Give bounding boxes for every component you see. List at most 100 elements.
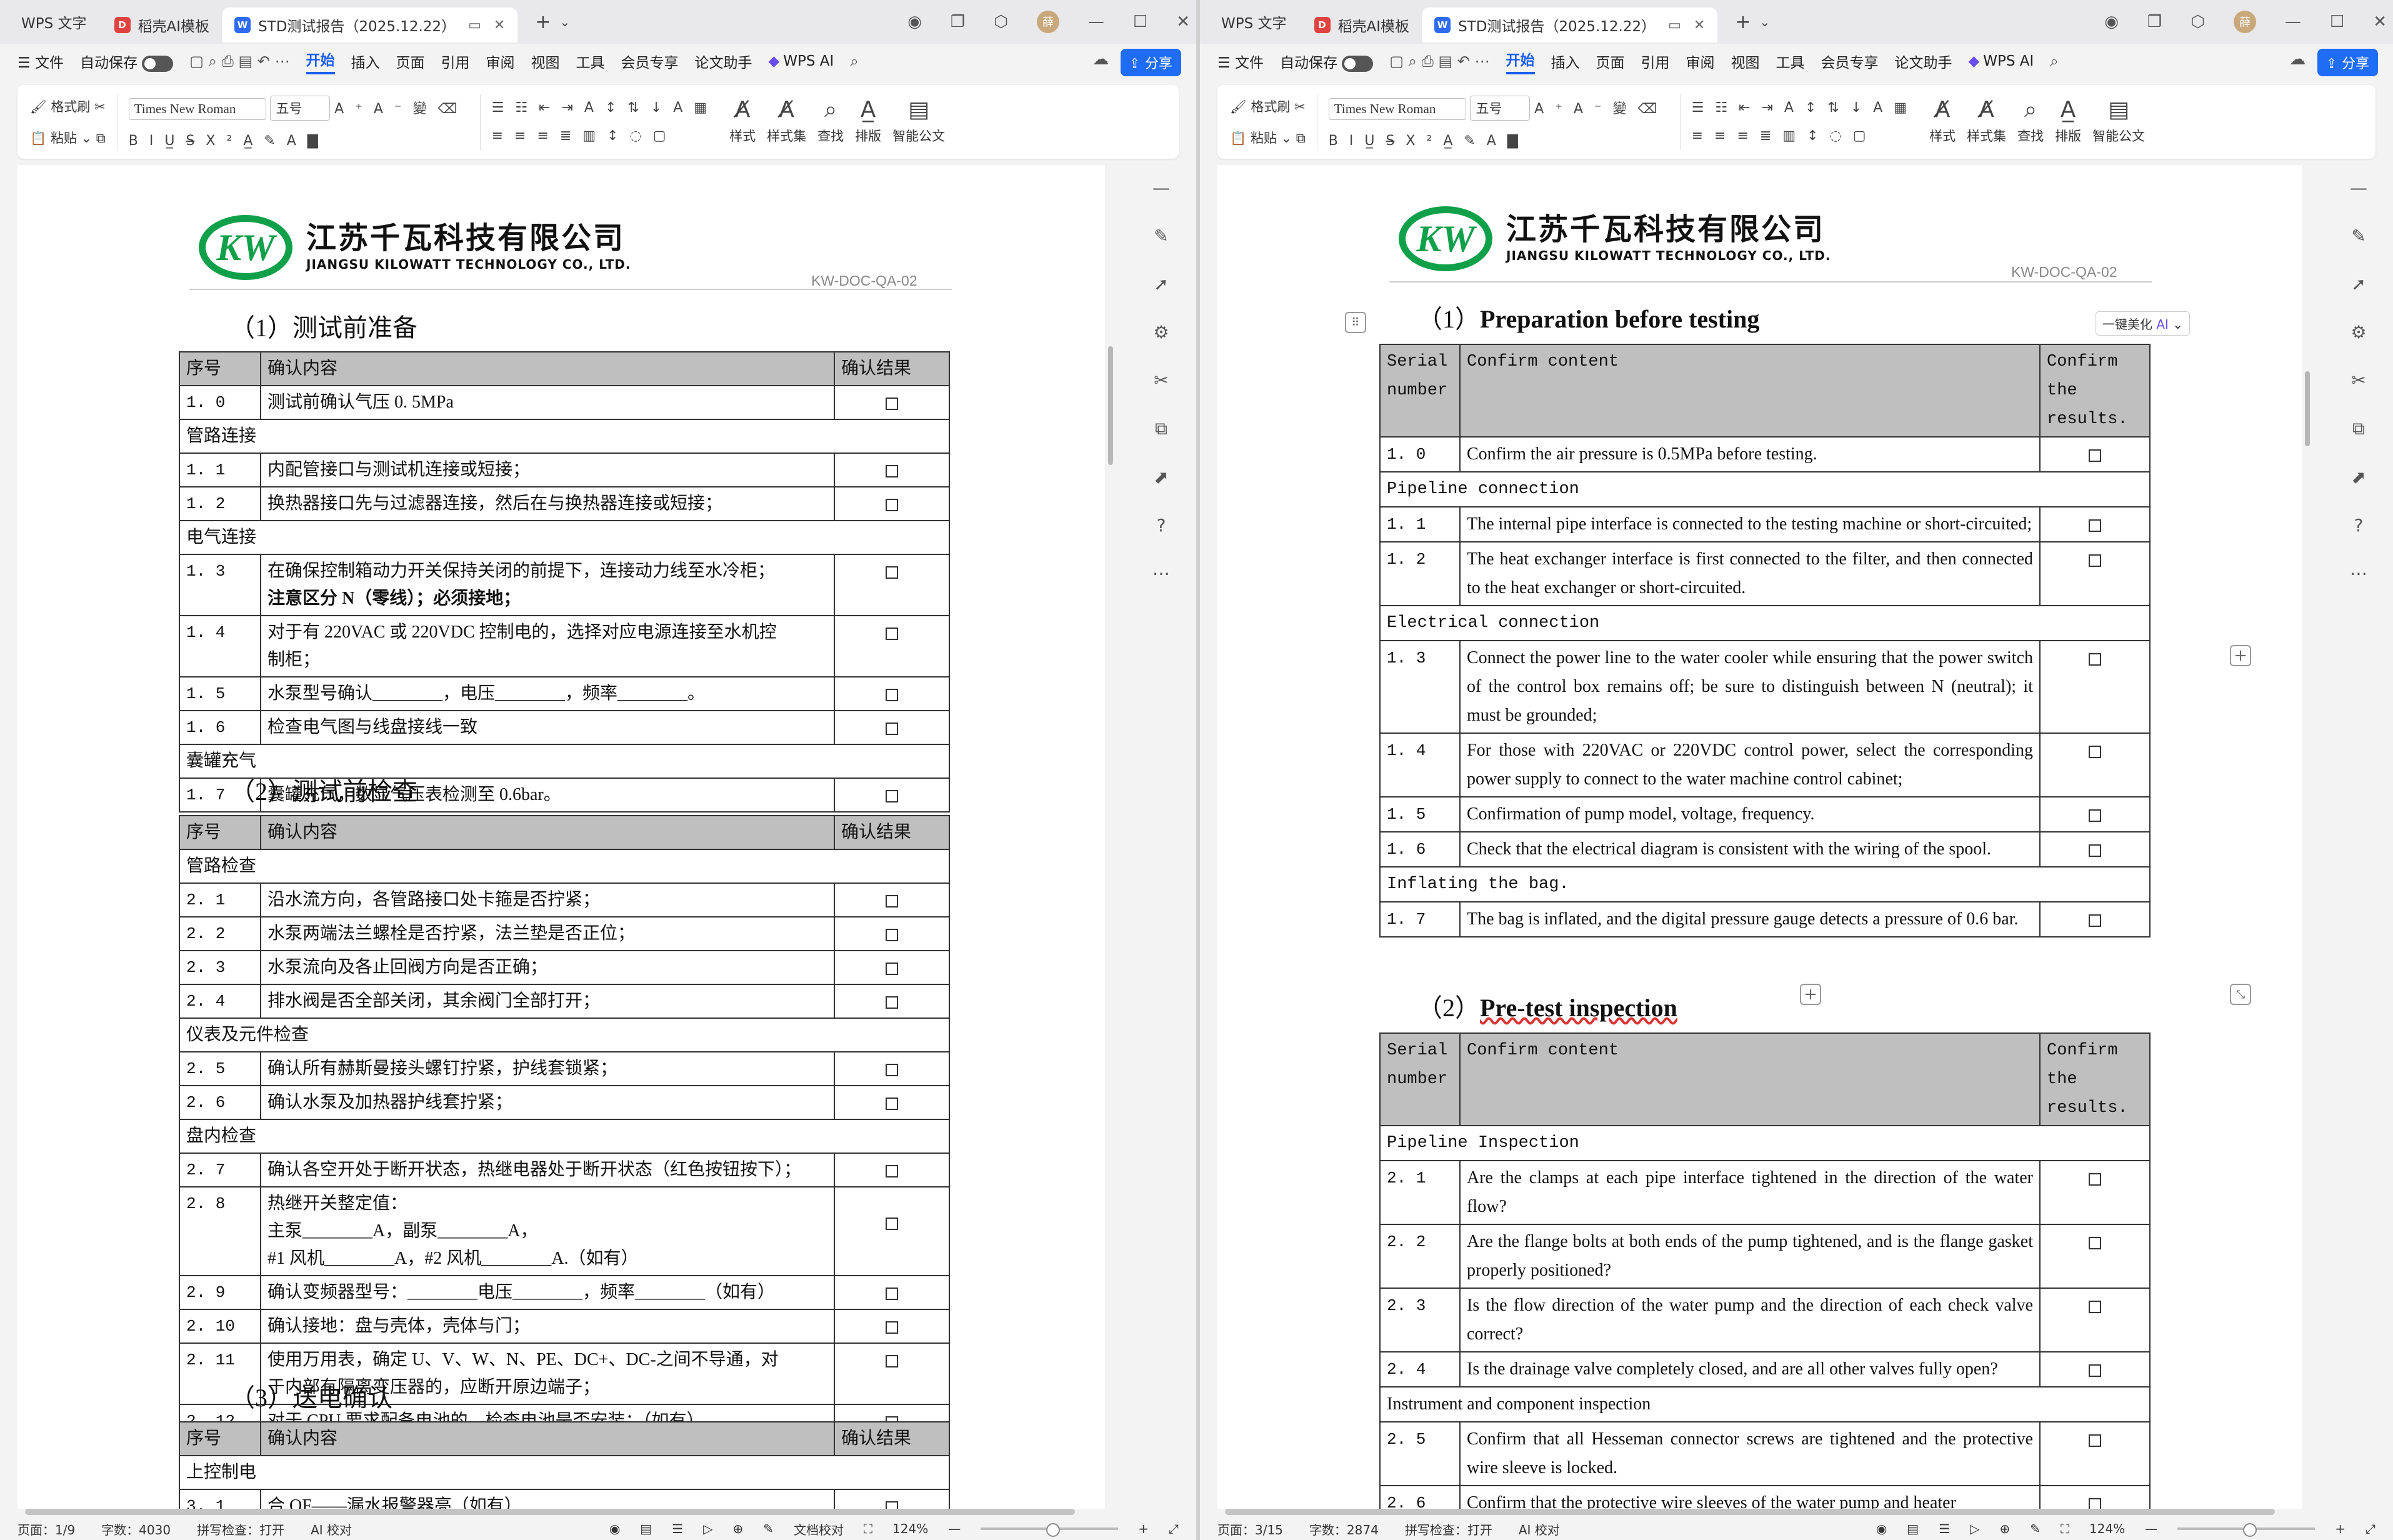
confirm-checkbox[interactable] <box>886 1097 898 1110</box>
drag-handle-icon[interactable]: ⠿ <box>1345 312 1366 333</box>
quick-icons[interactable]: ▢ ⌕ ⎙ ▤ ↶ ⋯ <box>1389 52 1489 70</box>
confirm-checkbox[interactable] <box>886 894 898 908</box>
confirm-checkbox[interactable] <box>2089 914 2101 927</box>
vertical-scrollbar[interactable] <box>2302 165 2313 1509</box>
page-view-icon[interactable]: ▤ <box>1907 1521 1919 1536</box>
search-icon[interactable]: ⌕ <box>850 52 858 70</box>
share-doc-icon[interactable]: ⬈ <box>1154 467 1168 488</box>
menu-wps-ai[interactable]: ◆ WPS AI <box>769 53 834 69</box>
maximize-icon[interactable]: ☐ <box>2330 12 2344 31</box>
align-tools[interactable]: ≡≡≡≣▥↕◌▢ <box>1692 128 1919 144</box>
confirm-checkbox[interactable] <box>886 1354 898 1368</box>
font-size-select[interactable]: 五号 <box>270 95 331 121</box>
outline-icon[interactable]: ☰ <box>1939 1521 1950 1536</box>
tools-icon[interactable]: ✂ <box>1154 370 1168 391</box>
menu-page[interactable]: 页面 <box>396 51 425 72</box>
ai-proofread[interactable]: AI 校对 <box>1519 1520 1560 1538</box>
document-page[interactable]: KW 江苏千瓦科技有限公司 JIANGSU KILOWATT TECHNOLOG… <box>1217 165 2302 1509</box>
cursor-icon[interactable]: ➚ <box>2351 274 2366 294</box>
share-button[interactable]: ⇪ 分享 <box>1120 49 1181 76</box>
confirm-checkbox[interactable] <box>886 789 898 802</box>
zoom-level[interactable]: 124% <box>892 1521 928 1536</box>
confirm-checkbox[interactable] <box>886 498 898 511</box>
word-count[interactable]: 字数：4030 <box>101 1520 171 1538</box>
scroll-thumb[interactable] <box>1108 346 1113 465</box>
confirm-checkbox[interactable] <box>2089 652 2101 666</box>
play-icon[interactable]: ▷ <box>1970 1521 1979 1536</box>
monitor-icon[interactable]: ▭ <box>468 18 481 33</box>
paste-button[interactable]: 📋 粘贴 ⌄ ⧉ <box>1230 128 1306 147</box>
confirm-checkbox[interactable] <box>2089 1364 2101 1377</box>
maximize-icon[interactable]: ☐ <box>1133 12 1147 31</box>
menu-thesis[interactable]: 论文助手 <box>1895 51 1952 72</box>
menu-icon[interactable]: ☰ 文件 <box>17 51 64 72</box>
zoom-in-icon[interactable]: + <box>1138 1521 1149 1536</box>
close-window-icon[interactable]: ✕ <box>2373 12 2387 31</box>
confirm-checkbox[interactable] <box>2089 1172 2101 1186</box>
confirm-checkbox[interactable] <box>886 627 898 640</box>
help-icon[interactable]: ? <box>2354 515 2364 536</box>
confirm-checkbox[interactable] <box>2089 519 2101 532</box>
confirm-checkbox[interactable] <box>886 1218 898 1230</box>
confirm-checkbox[interactable] <box>886 1164 898 1178</box>
menu-member[interactable]: 会员专享 <box>1821 51 1879 72</box>
menu-insert[interactable]: 插入 <box>1551 51 1580 72</box>
fit-icon[interactable]: ⛶ <box>864 1521 872 1536</box>
style-set-button[interactable]: A̸ 样式集 <box>767 99 806 145</box>
page-indicator[interactable]: 页面：1/9 <box>17 1520 75 1538</box>
pen-mode-icon[interactable]: ✎ <box>2030 1521 2041 1536</box>
page-indicator[interactable]: 页面：3/15 <box>1217 1520 1283 1538</box>
more-icon[interactable]: ⋯ <box>2350 563 2367 584</box>
new-tab-icon[interactable]: + <box>535 11 551 33</box>
cube-icon[interactable]: ⬡ <box>994 12 1008 31</box>
quick-icons[interactable]: ▢ ⌕ ⎙ ▤ ↶ ⋯ <box>189 52 289 70</box>
tab-template[interactable]: D 稻壳AI模板 <box>1302 8 1422 42</box>
close-tab-icon[interactable]: ✕ <box>1694 18 1705 33</box>
styles-button[interactable]: A̸ 样式 <box>729 99 756 145</box>
spell-check[interactable]: 拼写检查：打开 <box>197 1520 284 1538</box>
pen-icon[interactable]: ✎ <box>2351 226 2366 246</box>
expand-icon[interactable]: ⤡ <box>2230 984 2251 1005</box>
cloud-icon[interactable]: ☁ <box>1092 50 1109 69</box>
pen-icon[interactable]: ✎ <box>1154 226 1168 246</box>
confirm-checkbox[interactable] <box>886 1321 898 1334</box>
zoom-out-icon[interactable]: — <box>2145 1521 2157 1536</box>
font-size-tools[interactable]: A⁺A⁻變⌫ <box>1534 101 1668 117</box>
confirm-checkbox[interactable] <box>2089 1236 2101 1249</box>
collapse-icon[interactable]: — <box>2350 178 2367 198</box>
scroll-thumb[interactable] <box>2305 371 2310 446</box>
eye-icon[interactable]: ◉ <box>1876 1521 1887 1536</box>
font-size-tools[interactable]: A⁺A⁻變⌫ <box>334 101 468 117</box>
find-button[interactable]: ⌕ 查找 <box>817 99 844 145</box>
translate-icon[interactable]: ⧉ <box>2352 418 2365 439</box>
format-painter-button[interactable]: 🖌 格式刷 ✂ <box>30 97 106 116</box>
confirm-checkbox[interactable] <box>2089 745 2101 758</box>
menu-page[interactable]: 页面 <box>1596 51 1625 72</box>
confirm-checkbox[interactable] <box>886 397 898 410</box>
share-button[interactable]: ⇪ 分享 <box>2317 49 2378 76</box>
menu-review[interactable]: 审阅 <box>486 51 515 72</box>
chevron-down-icon[interactable]: ⌄ <box>1760 14 1771 29</box>
search-icon[interactable]: ⌕ <box>2050 52 2058 70</box>
tools-icon[interactable]: ✂ <box>2351 370 2366 391</box>
minimize-icon[interactable]: — <box>1088 12 1104 31</box>
menu-icon[interactable]: ☰ 文件 <box>1217 51 1264 72</box>
app-label[interactable]: WPS 文字 <box>6 6 102 38</box>
find-button[interactable]: ⌕ 查找 <box>2017 99 2044 145</box>
confirm-checkbox[interactable] <box>2089 809 2101 822</box>
spell-check[interactable]: 拼写检查：打开 <box>1405 1520 1492 1538</box>
layout-mode[interactable]: 文档校对 <box>794 1520 844 1538</box>
tile-icon[interactable]: ❐ <box>2147 12 2162 31</box>
confirm-checkbox[interactable] <box>2089 554 2101 567</box>
autosave[interactable]: 自动保存 <box>1280 51 1374 72</box>
confirm-checkbox[interactable] <box>886 1063 898 1076</box>
zoom-in-icon[interactable]: + <box>2335 1521 2346 1536</box>
menu-reference[interactable]: 引用 <box>1641 51 1670 72</box>
document-page[interactable]: KW 江苏千瓦科技有限公司 JIANGSU KILOWATT TECHNOLOG… <box>17 165 1105 1509</box>
autosave[interactable]: 自动保存 <box>80 51 174 72</box>
minimize-icon[interactable]: — <box>2285 12 2301 31</box>
collapse-icon[interactable]: — <box>1152 178 1170 198</box>
pen-mode-icon[interactable]: ✎ <box>763 1521 774 1536</box>
zoom-slider[interactable] <box>2177 1523 2316 1537</box>
confirm-checkbox[interactable] <box>886 722 898 735</box>
